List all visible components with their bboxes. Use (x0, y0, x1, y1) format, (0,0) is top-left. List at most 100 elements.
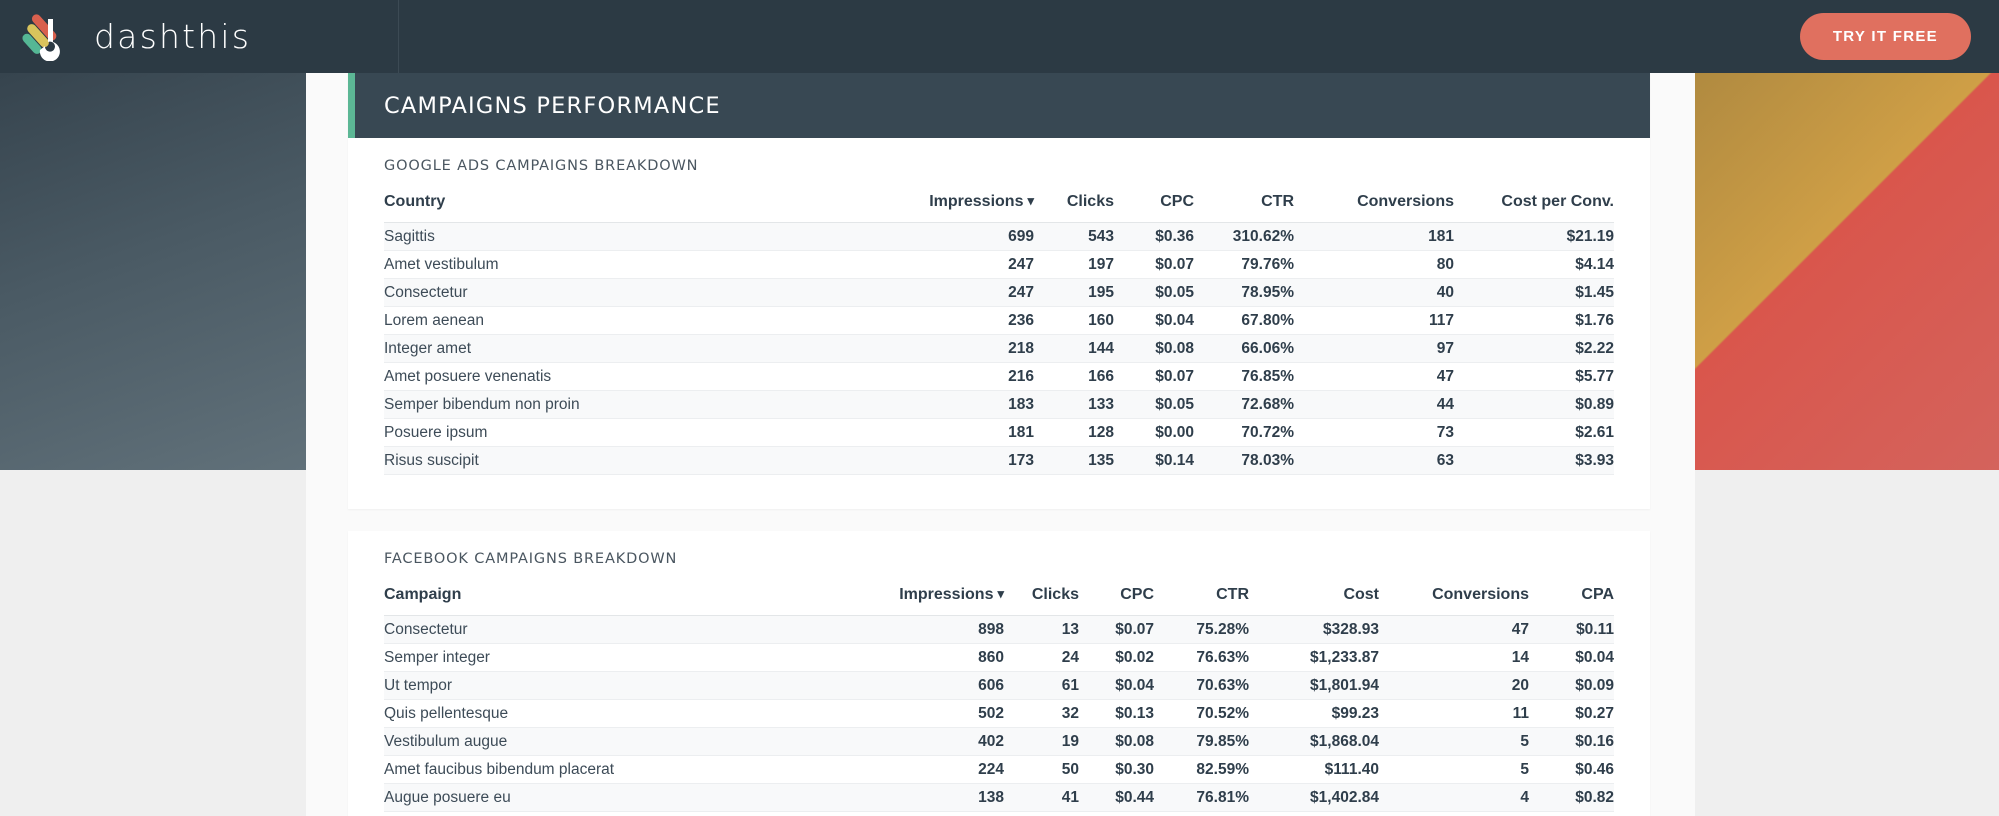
left-decorative-panel (0, 73, 306, 470)
cell-conversions: 5 (1379, 727, 1529, 756)
cell-cpc: $0.02 (1079, 643, 1154, 672)
column-header-cost[interactable]: Cost (1249, 586, 1379, 616)
table-row[interactable]: Risus suscipit 173 135 $0.14 78.03% 63 $3.93 (384, 446, 1614, 475)
cell-country: Integer amet (384, 334, 924, 363)
cell-conversions: 14 (1379, 643, 1529, 672)
cell-impressions: 502 (899, 699, 1004, 728)
cell-campaign: Ut tempor (384, 671, 899, 700)
cell-cpc: $0.14 (1114, 446, 1194, 475)
cell-conversions: 97 (1294, 334, 1454, 363)
cell-clicks: 41 (1004, 783, 1079, 812)
cell-ctr: 72.68% (1194, 390, 1294, 419)
table-row[interactable]: Sagittis 699 543 $0.36 310.62% 181 $21.19 (384, 222, 1614, 251)
google-ads-table-body: Sagittis 699 543 $0.36 310.62% 181 $21.19 Amet … (384, 222, 1614, 475)
table-row[interactable]: Consectetur 898 13 $0.07 75.28% $328.93 47 $0.1… (384, 615, 1614, 644)
cell-impressions: 236 (924, 306, 1034, 335)
table-row[interactable]: Posuere ipsum 181 128 $0.00 70.72% 73 $2.61 (384, 418, 1614, 447)
cell-cost: $99.23 (1249, 699, 1379, 728)
column-header-country[interactable]: Country (384, 193, 924, 223)
cell-campaign: Quis pellentesque (384, 699, 899, 728)
cell-cpc: $0.08 (1114, 334, 1194, 363)
table-row[interactable]: Lorem aenean 236 160 $0.04 67.80% 117 $1.76 (384, 306, 1614, 335)
cell-cost_per_conv: $1.76 (1454, 306, 1614, 335)
cell-campaign: Vestibulum augue (384, 727, 899, 756)
table-row[interactable]: Integer amet 218 144 $0.08 66.06% 97 $2.22 (384, 334, 1614, 363)
cell-clicks: 160 (1034, 306, 1114, 335)
column-header-impressions[interactable]: Impressions ▾ (899, 586, 1004, 616)
facebook-table-block: FACEBOOK CAMPAIGNS BREAKDOWN Campaign Im… (348, 531, 1650, 816)
column-header-cpc[interactable]: CPC (1114, 193, 1194, 223)
table-row[interactable]: Semper integer 860 24 $0.02 76.63% $1,233.87 1… (384, 643, 1614, 672)
cell-conversions: 4 (1379, 783, 1529, 812)
google-ads-widget-title: GOOGLE ADS CAMPAIGNS BREAKDOWN (384, 158, 699, 174)
table-row[interactable]: Amet posuere venenatis 216 166 $0.07 76.85% 4… (384, 362, 1614, 391)
column-header-campaign[interactable]: Campaign (384, 586, 899, 616)
cell-ctr: 70.72% (1194, 418, 1294, 447)
cell-impressions: 860 (899, 643, 1004, 672)
cell-cost: $1,868.04 (1249, 727, 1379, 756)
cell-cost: $328.93 (1249, 615, 1379, 644)
table-row[interactable]: Semper bibendum non proin 183 133 $0.05 72.6… (384, 390, 1614, 419)
brand-area[interactable]: dashthis (0, 0, 399, 73)
column-header-clicks[interactable]: Clicks (1034, 193, 1114, 223)
column-header-conversions[interactable]: Conversions (1294, 193, 1454, 223)
cell-impressions: 898 (899, 615, 1004, 644)
cell-cpc: $0.08 (1079, 727, 1154, 756)
column-header-ctr[interactable]: CTR (1154, 586, 1249, 616)
column-header-conversions[interactable]: Conversions (1379, 586, 1529, 616)
cell-ctr: 78.03% (1194, 446, 1294, 475)
column-header-cost-per-conv[interactable]: Cost per Conv. (1454, 193, 1614, 223)
cell-campaign: Amet faucibus bibendum placerat (384, 755, 899, 784)
cell-ctr: 76.81% (1154, 783, 1249, 812)
cell-cpc: $0.07 (1114, 250, 1194, 279)
cell-conversions: 80 (1294, 250, 1454, 279)
table-row[interactable]: Augue posuere eu 138 41 $0.44 76.81% $1,402.8… (384, 783, 1614, 812)
column-header-clicks[interactable]: Clicks (1004, 586, 1079, 616)
cell-impressions: 247 (924, 278, 1034, 307)
cell-conversions: 63 (1294, 446, 1454, 475)
table-row[interactable]: Vestibulum augue 402 19 $0.08 79.85% $1,868.0… (384, 727, 1614, 756)
cell-conversions: 47 (1379, 615, 1529, 644)
table-row[interactable]: Amet faucibus bibendum placerat 224 50 $0.3… (384, 755, 1614, 784)
page-title: CAMPAIGNS PERFORMANCE (384, 92, 721, 119)
try-it-free-button[interactable]: TRY IT FREE (1799, 13, 1971, 60)
table-row[interactable]: Ut tempor 606 61 $0.04 70.63% $1,801.94 20 $0.0… (384, 671, 1614, 700)
table-header-row: Country Impressions ▾ Clicks CPC CTR Conv… (384, 193, 1614, 223)
cell-clicks: 32 (1004, 699, 1079, 728)
cell-ctr: 70.63% (1154, 671, 1249, 700)
cell-clicks: 13 (1004, 615, 1079, 644)
brand-wordmark: dashthis (94, 17, 252, 56)
report-content: CAMPAIGNS PERFORMANCE GOOGLE ADS CAMPAIG… (348, 73, 1650, 816)
column-header-cpa[interactable]: CPA (1529, 586, 1614, 616)
column-header-ctr[interactable]: CTR (1194, 193, 1294, 223)
cell-ctr: 67.80% (1194, 306, 1294, 335)
cell-ctr: 82.59% (1154, 755, 1249, 784)
table-row[interactable]: Consectetur 247 195 $0.05 78.95% 40 $1.45 (384, 278, 1614, 307)
cell-campaign: Consectetur (384, 615, 899, 644)
facebook-table-head: Campaign Impressions ▾ Clicks CPC CTR Cos… (384, 586, 1614, 616)
cell-country: Risus suscipit (384, 446, 924, 475)
cell-cpc: $0.07 (1114, 362, 1194, 391)
cell-cost_per_conv: $21.19 (1454, 222, 1614, 251)
cell-country: Posuere ipsum (384, 418, 924, 447)
cell-clicks: 195 (1034, 278, 1114, 307)
cell-campaign: Semper integer (384, 643, 899, 672)
cell-cost_per_conv: $2.61 (1454, 418, 1614, 447)
cell-ctr: 79.85% (1154, 727, 1249, 756)
table-row[interactable]: Amet vestibulum 247 197 $0.07 79.76% 80 $4.14 (384, 250, 1614, 279)
google-ads-table-head: Country Impressions ▾ Clicks CPC CTR Conv… (384, 193, 1614, 223)
cell-clicks: 166 (1034, 362, 1114, 391)
column-header-impressions[interactable]: Impressions ▾ (924, 193, 1034, 223)
cell-ctr: 75.28% (1154, 615, 1249, 644)
cell-ctr: 76.85% (1194, 362, 1294, 391)
chevron-down-icon: ▾ (1027, 193, 1034, 208)
cell-impressions: 402 (899, 727, 1004, 756)
cell-cost_per_conv: $5.77 (1454, 362, 1614, 391)
table-row[interactable]: Quis pellentesque 502 32 $0.13 70.52% $99.23 1… (384, 699, 1614, 728)
cell-cpc: $0.30 (1079, 755, 1154, 784)
cell-cpa: $0.82 (1529, 783, 1614, 812)
cell-cost_per_conv: $1.45 (1454, 278, 1614, 307)
cell-cost: $111.40 (1249, 755, 1379, 784)
cell-country: Consectetur (384, 278, 924, 307)
column-header-cpc[interactable]: CPC (1079, 586, 1154, 616)
